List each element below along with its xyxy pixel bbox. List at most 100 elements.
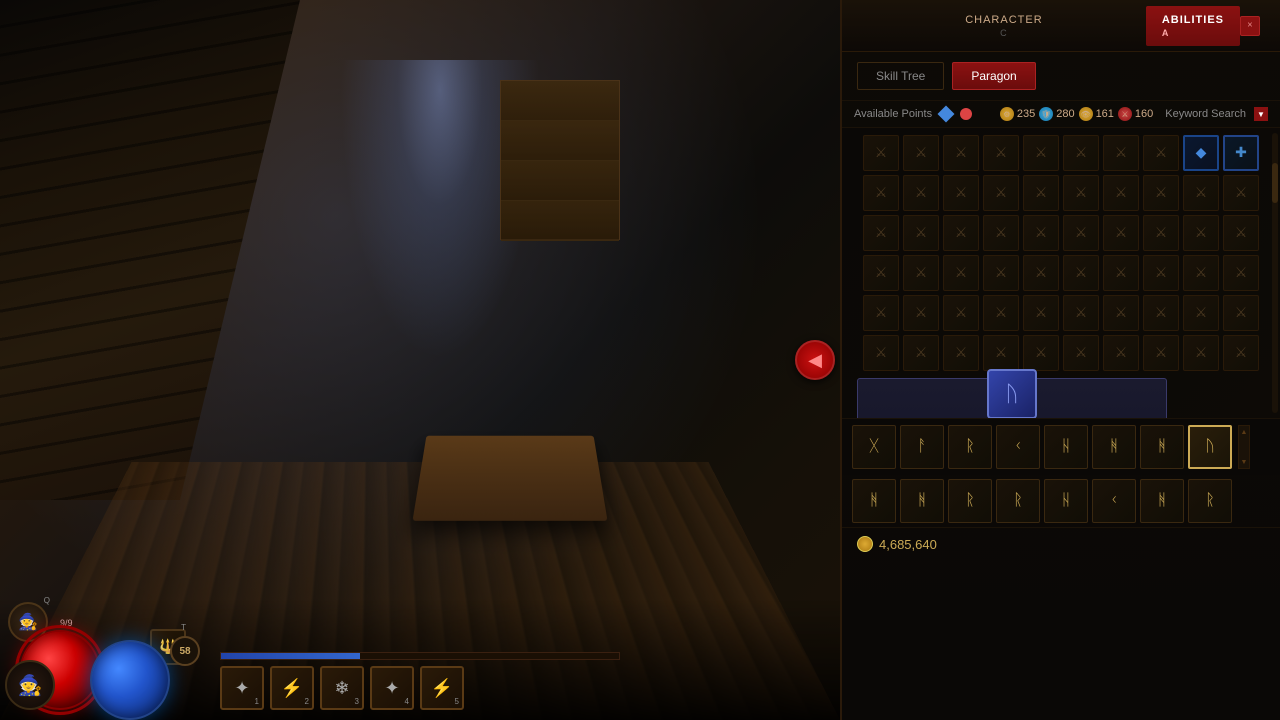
grid-cell[interactable]: ⚔ [903, 335, 939, 371]
grid-row-3: ⚔ ⚔ ⚔ ⚔ ⚔ ⚔ ⚔ ⚔ ⚔ ⚔ [842, 213, 1280, 253]
glyph-item-1[interactable]: ᚷ [852, 425, 896, 469]
key-label-1: 1 [255, 697, 259, 706]
paragon-label: Paragon [971, 69, 1016, 83]
grid-cell[interactable]: ⚔ [1023, 215, 1059, 251]
grid-cell[interactable]: ⚔ [1143, 175, 1179, 211]
grid-scrollbar[interactable] [1272, 133, 1278, 413]
grid-cell[interactable]: ⚔ [1023, 135, 1059, 171]
grid-cell[interactable]: ⚔ [1143, 255, 1179, 291]
grid-cell[interactable]: ⚔ [1143, 135, 1179, 171]
grid-cell[interactable]: ⚔ [863, 335, 899, 371]
grid-cell[interactable]: ⚔ [1183, 295, 1219, 331]
grid-cell[interactable]: ⚔ [1063, 215, 1099, 251]
grid-cell[interactable]: ⚔ [1223, 255, 1259, 291]
grid-cell[interactable]: ⚔ [983, 255, 1019, 291]
grid-cell[interactable]: ⚔ [943, 255, 979, 291]
grid-cell[interactable]: ⚔ [983, 295, 1019, 331]
grid-cell[interactable]: ⚔ [1103, 335, 1139, 371]
xp-bar [220, 652, 620, 660]
grid-cell-special-blue[interactable]: ◆ [1183, 135, 1219, 171]
grid-cell[interactable]: ⚔ [983, 135, 1019, 171]
grid-cell-special-cross[interactable]: ✚ [1223, 135, 1259, 171]
glyph-item-5[interactable]: ᚺ [1044, 425, 1088, 469]
skill-icon-1[interactable]: ✦1 [220, 666, 264, 710]
grid-cell[interactable]: ⚔ [1223, 175, 1259, 211]
grid-cell[interactable]: ⚔ [943, 175, 979, 211]
gold-icon [857, 536, 873, 552]
grid-cell[interactable]: ⚔ [1063, 295, 1099, 331]
grid-cell[interactable]: ⚔ [903, 175, 939, 211]
shelf [500, 80, 620, 240]
glyph-item-r3[interactable]: ᚱ [948, 479, 992, 523]
grid-cell[interactable]: ⚔ [943, 295, 979, 331]
grid-cell[interactable]: ⚔ [863, 295, 899, 331]
grid-cell[interactable]: ⚔ [1183, 215, 1219, 251]
filter-icon[interactable]: ▼ [1254, 107, 1268, 121]
grid-cell[interactable]: ⚔ [903, 215, 939, 251]
glyph-item-r4[interactable]: ᚱ [996, 479, 1040, 523]
skill-tree-tab[interactable]: Skill Tree [857, 62, 944, 90]
grid-cell[interactable]: ⚔ [1103, 295, 1139, 331]
grid-cell[interactable]: ⚔ [903, 135, 939, 171]
grid-cell[interactable]: ⚔ [1143, 215, 1179, 251]
grid-cell[interactable]: ⚔ [1063, 255, 1099, 291]
grid-cell[interactable]: ⚔ [1023, 335, 1059, 371]
grid-cell[interactable]: ⚔ [863, 175, 899, 211]
glyph-item-r8[interactable]: ᚱ [1188, 479, 1232, 523]
grid-cell[interactable]: ⚔ [1183, 175, 1219, 211]
glyph-item-4[interactable]: ᚲ [996, 425, 1040, 469]
grid-cell[interactable]: ⚔ [1103, 175, 1139, 211]
glyph-item-6[interactable]: ᚻ [1092, 425, 1136, 469]
skill-icon-2[interactable]: ⚡2 [270, 666, 314, 710]
glyph-item-2[interactable]: ᚨ [900, 425, 944, 469]
grid-row-5: ⚔ ⚔ ⚔ ⚔ ⚔ ⚔ ⚔ ⚔ ⚔ ⚔ [842, 293, 1280, 333]
grid-cell[interactable]: ⚔ [1063, 175, 1099, 211]
grid-cell[interactable]: ⚔ [903, 295, 939, 331]
grid-cell[interactable]: ⚔ [1023, 175, 1059, 211]
grid-cell[interactable]: ⚔ [1023, 255, 1059, 291]
panel-toggle-button[interactable]: ◀ [795, 340, 835, 380]
grid-cell[interactable]: ⚔ [863, 255, 899, 291]
grid-cell[interactable]: ⚔ [943, 335, 979, 371]
skill-icon-5[interactable]: ⚡5 [420, 666, 464, 710]
grid-cell[interactable]: ⚔ [1223, 215, 1259, 251]
glyph-item-8-selected[interactable]: ᚢ [1188, 425, 1232, 469]
grid-cell[interactable]: ⚔ [1103, 255, 1139, 291]
character-tab[interactable]: CHARACTER C [862, 6, 1146, 46]
grid-cell[interactable]: ⚔ [863, 135, 899, 171]
grid-cell[interactable]: ⚔ [1063, 335, 1099, 371]
glyph-item-7[interactable]: ᚻ [1140, 425, 1184, 469]
table [412, 436, 607, 521]
grid-cell[interactable]: ⚔ [1223, 295, 1259, 331]
grid-cell[interactable]: ⚔ [1103, 135, 1139, 171]
abilities-tab[interactable]: ABILITIES A [1146, 6, 1240, 46]
stat-group: ⚙ 235 🛡 280 👁 161 ⚔ 160 Keyword Search ▼ [1000, 107, 1268, 121]
grid-cell[interactable]: ⚔ [1063, 135, 1099, 171]
glyph-item-r1[interactable]: ᚻ [852, 479, 896, 523]
skill-icon-3[interactable]: ❄3 [320, 666, 364, 710]
close-button[interactable]: × [1240, 16, 1260, 36]
skill-icon-4[interactable]: ✦4 [370, 666, 414, 710]
grid-cell[interactable]: ⚔ [1143, 335, 1179, 371]
grid-cell[interactable]: ⚔ [1223, 335, 1259, 371]
grid-cell[interactable]: ⚔ [943, 215, 979, 251]
grid-cell[interactable]: ⚔ [863, 215, 899, 251]
glyph-item-3[interactable]: ᚱ [948, 425, 992, 469]
grid-cell[interactable]: ⚔ [1023, 295, 1059, 331]
glyph-scrollbar[interactable]: ▲ ▼ [1238, 425, 1250, 469]
glyph-item-r6[interactable]: ᚲ [1092, 479, 1136, 523]
paragon-tab[interactable]: Paragon [952, 62, 1035, 90]
glyph-item-r7[interactable]: ᚻ [1140, 479, 1184, 523]
grid-cell[interactable]: ⚔ [903, 255, 939, 291]
grid-cell[interactable]: ⚔ [1183, 335, 1219, 371]
grid-cell[interactable]: ⚔ [983, 215, 1019, 251]
grid-cell[interactable]: ⚔ [1103, 215, 1139, 251]
grid-row-1: ⚔ ⚔ ⚔ ⚔ ⚔ ⚔ ⚔ ⚔ ◆ ✚ [842, 133, 1280, 173]
glyph-item-r5[interactable]: ᚺ [1044, 479, 1088, 523]
grid-cell[interactable]: ⚔ [983, 175, 1019, 211]
grid-cell[interactable]: ⚔ [1183, 255, 1219, 291]
grid-cell[interactable]: ⚔ [983, 335, 1019, 371]
grid-cell[interactable]: ⚔ [943, 135, 979, 171]
grid-cell[interactable]: ⚔ [1143, 295, 1179, 331]
glyph-item-r2[interactable]: ᚻ [900, 479, 944, 523]
